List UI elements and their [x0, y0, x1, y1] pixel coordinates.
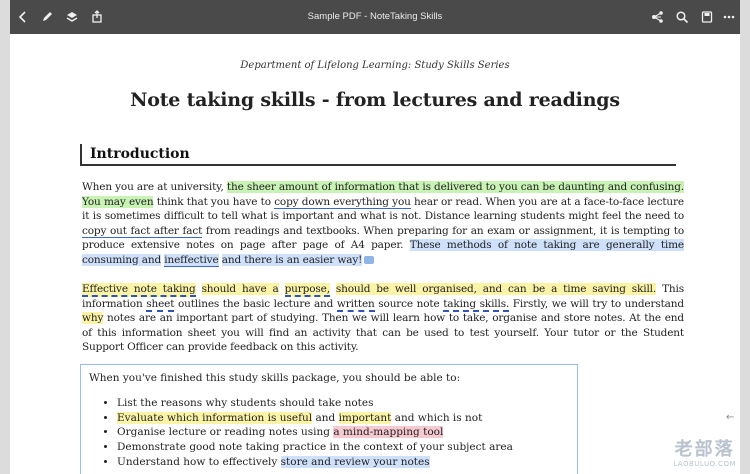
dashed-underline[interactable]: written [336, 297, 375, 312]
list-item: List the reasons why students should tak… [117, 396, 569, 411]
back-icon[interactable] [10, 0, 36, 34]
app-window: Sample PDF - NoteTaking Skills Departmen… [10, 0, 740, 474]
highlight-pink[interactable]: a mind-mapping tool [333, 426, 444, 439]
list-item: Evaluate which information is useful and… [117, 411, 569, 426]
paragraph-intro[interactable]: When you are at university, the sheer am… [82, 180, 684, 268]
pdf-page[interactable]: Department of Lifelong Learning: Study S… [10, 34, 740, 474]
list-item-text: Understand how to effectively [117, 455, 278, 468]
tree-icon[interactable] [644, 0, 670, 34]
highlight-green[interactable]: You may even [82, 195, 154, 208]
dashed-underline[interactable]: sheet [146, 297, 174, 312]
outcomes-intro: When you've finished this study skills p… [89, 372, 461, 384]
list-item-text: and [315, 411, 336, 424]
highlight-yellow[interactable]: important [338, 411, 392, 424]
paragraph-effective[interactable]: Effective note taking should have a purp… [82, 282, 684, 355]
highlight-yellow[interactable]: Evaluate which information is useful [117, 411, 313, 424]
dashed-underline[interactable]: taking skills. [443, 297, 509, 312]
document-title: Sample PDF - NoteTaking Skills [307, 11, 443, 22]
section-heading-box: Introduction [80, 144, 676, 166]
highlight-blue-underlined[interactable]: ineffective [164, 253, 219, 267]
highlight-green[interactable]: the sheer amount of information that is … [226, 181, 684, 193]
pen-icon[interactable] [34, 0, 60, 34]
list-item-text: List the reasons why students should tak… [117, 396, 374, 409]
series-header: Department of Lifelong Learning: Study S… [240, 60, 510, 71]
side-panel-arrow-icon[interactable]: ← [726, 412, 738, 424]
more-icon[interactable] [716, 0, 740, 34]
highlight-yellow-dashed[interactable]: Effective note taking [82, 283, 196, 297]
list-item: Demonstrate good note taking practice in… [117, 440, 569, 455]
text-run: source note [378, 297, 440, 310]
list-item-text: and which is not [394, 411, 483, 424]
top-toolbar: Sample PDF - NoteTaking Skills [10, 0, 740, 34]
section-heading: Introduction [90, 146, 190, 162]
text-run: When you are at university, [82, 181, 224, 193]
highlight-blue[interactable]: and there is an easier way! [221, 253, 362, 266]
highlight-yellow[interactable]: why [82, 312, 103, 325]
learning-outcomes-box: When you've finished this study skills p… [80, 364, 578, 474]
outcomes-list: List the reasons why students should tak… [89, 396, 569, 470]
list-item: Organise lecture or reading notes using … [117, 425, 569, 440]
list-item-text: Demonstrate good note taking practice in… [117, 441, 513, 454]
text-run: notes are an important part of studying.… [82, 312, 684, 354]
highlight-blue[interactable]: store and review your notes [280, 455, 430, 468]
comment-note-icon[interactable] [364, 255, 375, 264]
highlight-yellow[interactable]: should be well organised, and can be a t… [335, 283, 656, 295]
underline-annotation[interactable]: copy out fact after fact [82, 224, 202, 238]
watermark-logo: 老部落 [674, 439, 735, 460]
search-icon[interactable] [669, 0, 695, 34]
underline-annotation[interactable]: copy down everything you [274, 195, 411, 209]
highlight-yellow-dashed[interactable]: purpose, [284, 283, 330, 297]
highlight-yellow[interactable]: should have a [201, 283, 279, 295]
text-run: think that you have to [156, 195, 271, 208]
watermark: 老部落 LAOBULUO.COM [673, 439, 736, 469]
text-run: Firstly, we will try to understand [512, 297, 684, 310]
text-run: outlines the basic lecture and [177, 297, 334, 310]
page-title: Note taking skills - from lectures and r… [130, 89, 620, 111]
layers-icon[interactable] [59, 0, 85, 34]
share-icon[interactable] [84, 0, 110, 34]
list-item-text: Organise lecture or reading notes using [117, 426, 330, 439]
list-item: Understand how to effectively store and … [117, 455, 569, 470]
watermark-url: LAOBULUO.COM [673, 460, 736, 468]
